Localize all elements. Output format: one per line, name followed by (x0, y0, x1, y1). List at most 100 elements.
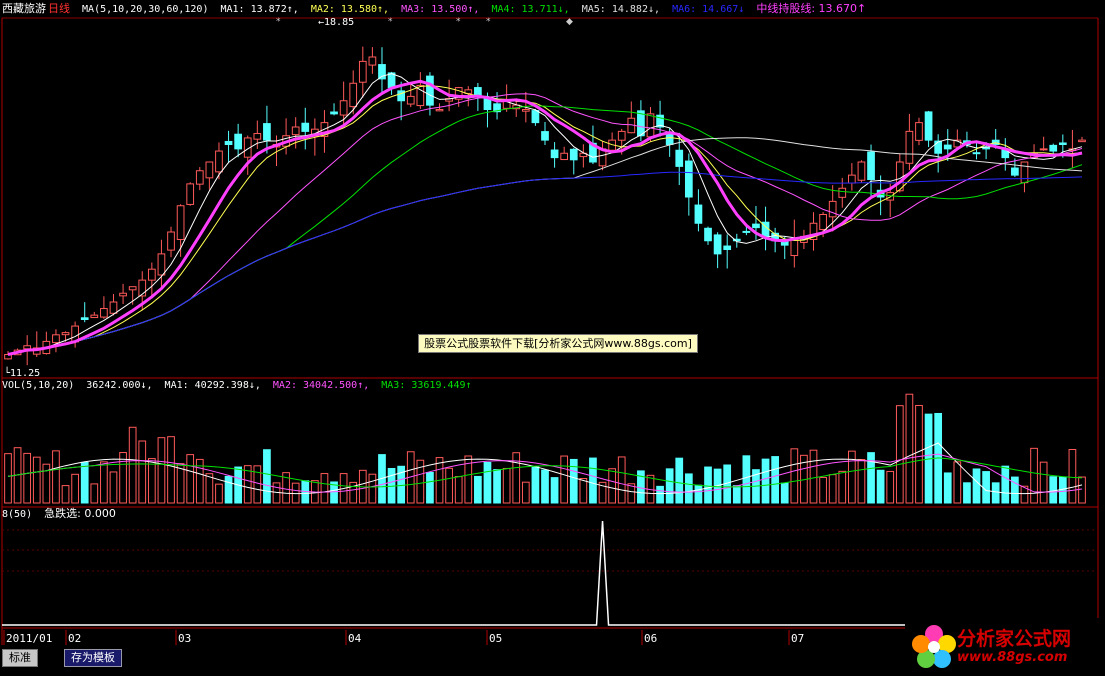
candle-body (195, 170, 204, 185)
volume-bar (943, 472, 952, 504)
candle-body (924, 111, 933, 141)
volume-bar (694, 484, 703, 504)
high-price-label: ←18.85 (318, 17, 354, 28)
volume-bar (771, 456, 779, 504)
stock-chart[interactable]: ←18.85 └11.25 * * * * ◆ 2011/01 02 03 04 05 06 07 西藏旅… (0, 0, 1105, 676)
candle-body (52, 334, 60, 344)
ma3-value: MA3: 13.500↑, (401, 4, 480, 15)
vol-ma1-value: MA1: 40292.398↓, (164, 380, 261, 391)
volume-bar (512, 452, 521, 504)
volume-bar (138, 440, 147, 504)
candle-body (368, 56, 377, 66)
candle-body (560, 152, 569, 161)
candle-body (61, 332, 70, 336)
volume-bar (32, 456, 41, 504)
signal-marker: * (486, 17, 491, 27)
candle-body (895, 161, 904, 192)
indicator-line (2, 520, 1098, 626)
volume-bar (23, 452, 32, 504)
volume-header: VOL(5,10,20) 36242.000↓, MA1: 40292.398↓… (2, 380, 478, 392)
volume-bar (895, 405, 904, 504)
date-axis-label: 2011/01 (6, 632, 52, 645)
price-header: 西藏旅游 日线 MA(5,10,20,30,60,120) MA1: 13.872… (2, 3, 872, 16)
candle-body (1039, 148, 1048, 151)
tab-save-template[interactable]: 存为模板 (64, 649, 122, 667)
volume-bar (780, 482, 789, 504)
volume-bar (1030, 447, 1038, 504)
date-axis-label: 05 (489, 632, 502, 645)
volume-bar (109, 471, 118, 504)
watermark-banner[interactable]: 股票公式股票软件下载[分析家公式网www.88gs.com] (418, 334, 698, 353)
volume-bar (4, 453, 12, 504)
volume-bar (186, 454, 195, 504)
volume-bar (982, 471, 990, 504)
volume-bar (1001, 465, 1010, 504)
candle-body (943, 144, 952, 150)
vol-ma2-value: MA2: 34042.500↑, (272, 380, 370, 391)
volume-bar (790, 448, 799, 504)
indicator-label: 急跌选: 0.000 (44, 507, 116, 520)
volume-bar (215, 483, 223, 504)
midline-value: 中线持股线: 13.670↑ (756, 2, 867, 15)
candle-body (330, 111, 338, 115)
candle-body (147, 268, 156, 281)
volume-bar (809, 449, 818, 504)
candle-body (157, 253, 166, 276)
candle-body (128, 286, 137, 291)
candle-body (80, 317, 89, 320)
volume-bar (1039, 461, 1048, 504)
period-label: 日线 (48, 2, 70, 15)
volume-bar (1011, 476, 1019, 504)
candle-body (531, 110, 540, 124)
volume-bar (589, 457, 597, 504)
volume-bar (61, 485, 70, 504)
candle-body (301, 122, 310, 132)
volume-bar (617, 456, 626, 504)
volume-bar (71, 473, 79, 504)
candle-body (1058, 142, 1067, 146)
volume-bar (732, 485, 741, 504)
candle-body (215, 150, 223, 173)
candle-body (521, 109, 530, 112)
stock-name: 西藏旅游 (2, 2, 46, 15)
date-axis-label: 07 (791, 632, 804, 645)
volume-bar (1078, 476, 1086, 504)
candle-body (435, 109, 444, 112)
candle-body (483, 98, 492, 110)
volume-bar (167, 436, 175, 504)
volume-bar (560, 455, 569, 504)
volume-bar (493, 469, 501, 504)
date-axis-label: 06 (644, 632, 657, 645)
volume-bar (128, 426, 137, 504)
volume-bar (915, 404, 923, 504)
candle-body (541, 131, 549, 141)
candle-body (358, 60, 367, 83)
tab-standard[interactable]: 标准 (2, 649, 38, 667)
volume-bar (454, 476, 463, 504)
volume-bar (656, 485, 664, 504)
volume-bar (991, 482, 1000, 504)
logo-url: www.88gs.com (957, 650, 1068, 665)
volume-bar (483, 461, 492, 504)
logo-title: 分析家公式网 (957, 628, 1072, 650)
candle-body (1020, 161, 1029, 184)
candle-body (176, 205, 185, 240)
volume-bar (147, 458, 156, 504)
candle-body (713, 234, 722, 255)
volume-bar (224, 475, 233, 504)
ma2-value: MA2: 13.580↑, (310, 4, 390, 15)
volume-bar (52, 450, 60, 504)
candle-body (848, 174, 856, 184)
volume-bar (665, 468, 674, 504)
volume-bar (426, 471, 434, 504)
candle-body (742, 230, 751, 233)
volume-bar (905, 393, 914, 504)
candle-body (569, 148, 578, 161)
candle-body (263, 123, 271, 141)
signal-marker: * (388, 17, 393, 27)
volume-bar (1068, 448, 1077, 504)
volume-bar (445, 467, 453, 504)
volume-bar (531, 466, 540, 504)
volume-bar (205, 473, 214, 504)
candle-body (90, 314, 99, 319)
